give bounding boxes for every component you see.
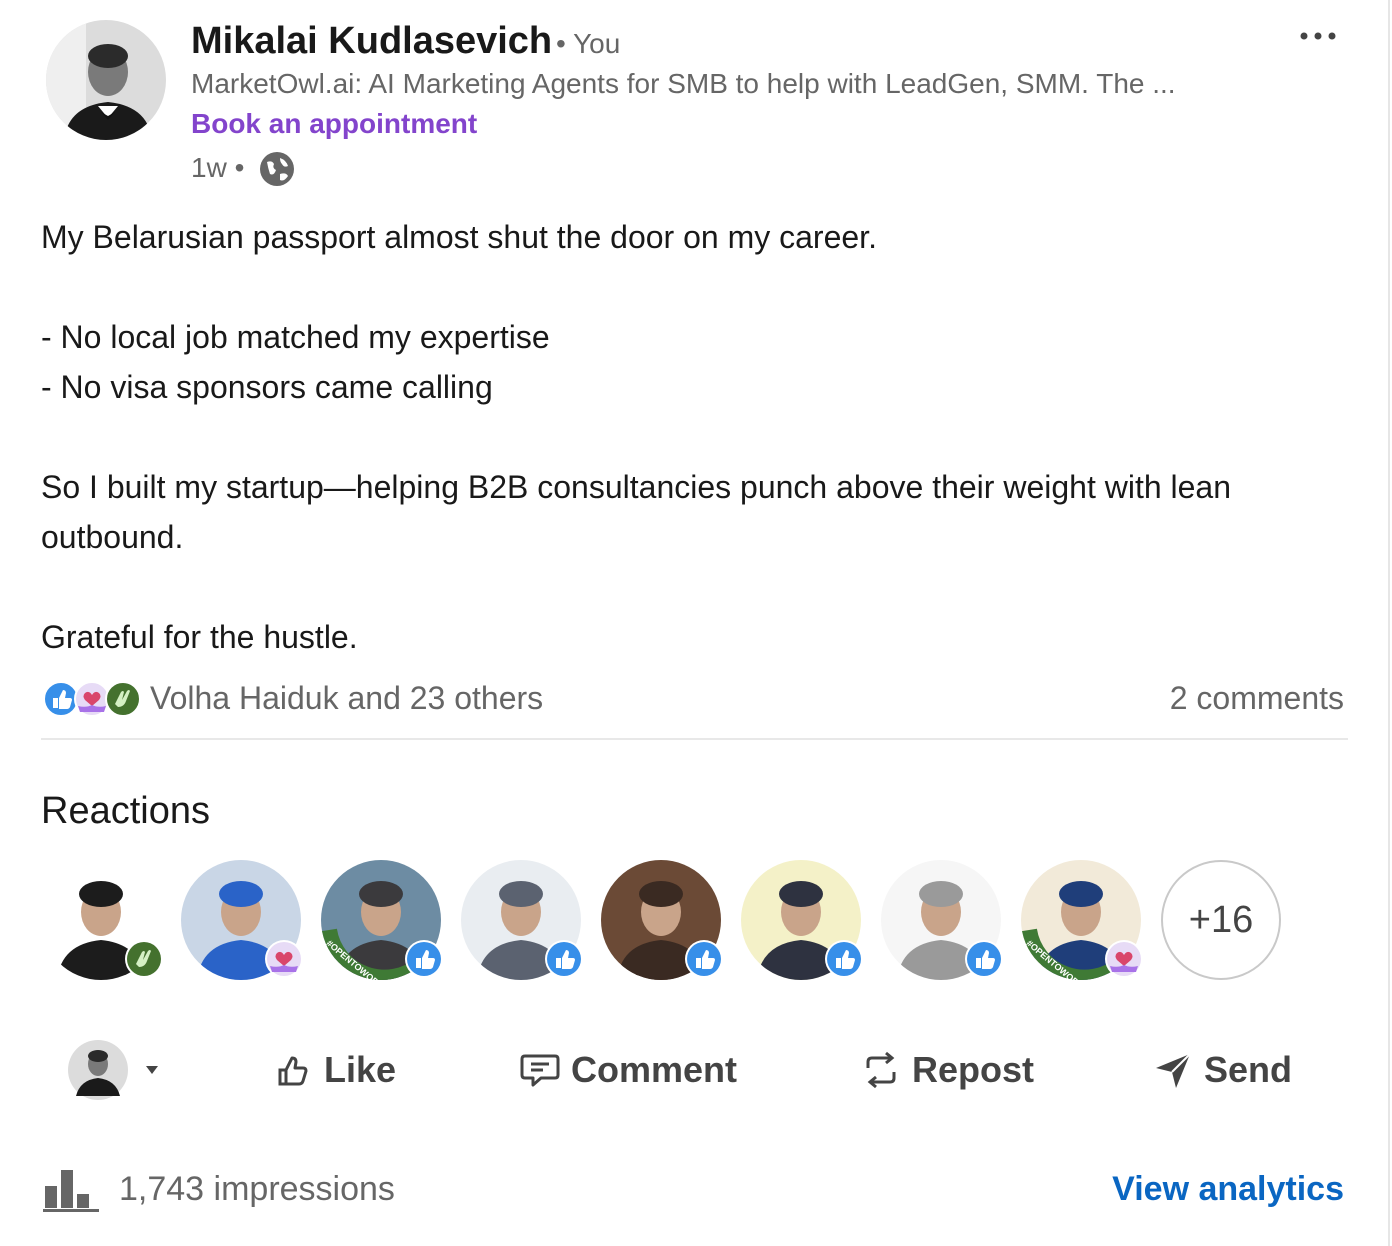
impressions-count: 1,743 impressions <box>119 1170 395 1208</box>
actor-switcher[interactable] <box>68 1040 178 1100</box>
repost-icon <box>866 1051 896 1089</box>
reactor-avatar[interactable] <box>601 860 723 980</box>
ellipsis-icon <box>1300 32 1336 40</box>
like-icon <box>965 940 1003 978</box>
author-headline: MarketOwl.ai: AI Marketing Agents for SM… <box>191 68 1176 99</box>
more-reactors-button[interactable]: +16 <box>1161 860 1281 980</box>
celebrate-icon <box>105 681 141 717</box>
comment-button[interactable]: Comment <box>519 1040 737 1100</box>
like-icon <box>405 940 443 978</box>
reactors-summary[interactable]: Volha Haiduk and 23 others <box>150 680 543 717</box>
view-analytics-link[interactable]: View analytics <box>1112 1170 1344 1209</box>
post-text: My Belarusian passport almost shut the d… <box>41 219 1232 655</box>
like-icon <box>545 940 583 978</box>
comment-label: Comment <box>571 1049 738 1090</box>
bar-chart-icon <box>43 1170 99 1212</box>
caret-down-icon <box>146 1066 158 1074</box>
globe-icon <box>260 152 294 186</box>
reactor-avatar[interactable] <box>881 860 1003 980</box>
divider <box>41 738 1348 740</box>
support-icon <box>74 681 110 717</box>
celebrate-icon <box>125 940 163 978</box>
like-label: Like <box>324 1049 397 1090</box>
reaction-type-icons[interactable] <box>42 680 142 718</box>
author-avatar[interactable] <box>46 20 166 140</box>
reactor-avatar[interactable] <box>741 860 863 980</box>
like-button[interactable]: Like <box>274 1040 396 1100</box>
reactor-avatar[interactable]: #OPENTOWORK <box>1021 860 1143 992</box>
reactor-avatar[interactable] <box>461 860 583 980</box>
support-icon <box>1105 940 1143 978</box>
send-icon <box>1156 1053 1191 1088</box>
you-tag: • You <box>556 28 621 59</box>
reactor-avatar[interactable] <box>181 860 303 980</box>
repost-button[interactable]: Repost <box>860 1040 1034 1100</box>
post-card: Mikalai Kudlasevich • You MarketOwl.ai: … <box>0 0 1390 1246</box>
repost-label: Repost <box>912 1049 1035 1090</box>
send-label: Send <box>1204 1049 1293 1090</box>
reactor-avatar[interactable]: #OPENTOWORK <box>321 860 443 992</box>
reactor-avatar[interactable] <box>41 860 163 980</box>
reactions-heading: Reactions <box>41 790 210 832</box>
like-icon <box>825 940 863 978</box>
post-timestamp: 1w • <box>191 152 245 183</box>
more-options-button[interactable] <box>1290 14 1346 58</box>
book-appointment-link[interactable]: Book an appointment <box>191 108 477 140</box>
author-name[interactable]: Mikalai Kudlasevich <box>191 20 552 63</box>
like-icon <box>685 940 723 978</box>
like-icon <box>43 681 79 717</box>
send-button[interactable]: Send <box>1152 1040 1292 1100</box>
comment-icon <box>520 1054 560 1087</box>
comments-count[interactable]: 2 comments <box>1170 680 1344 717</box>
thumbs-up-icon <box>278 1056 308 1086</box>
support-icon <box>265 940 303 978</box>
